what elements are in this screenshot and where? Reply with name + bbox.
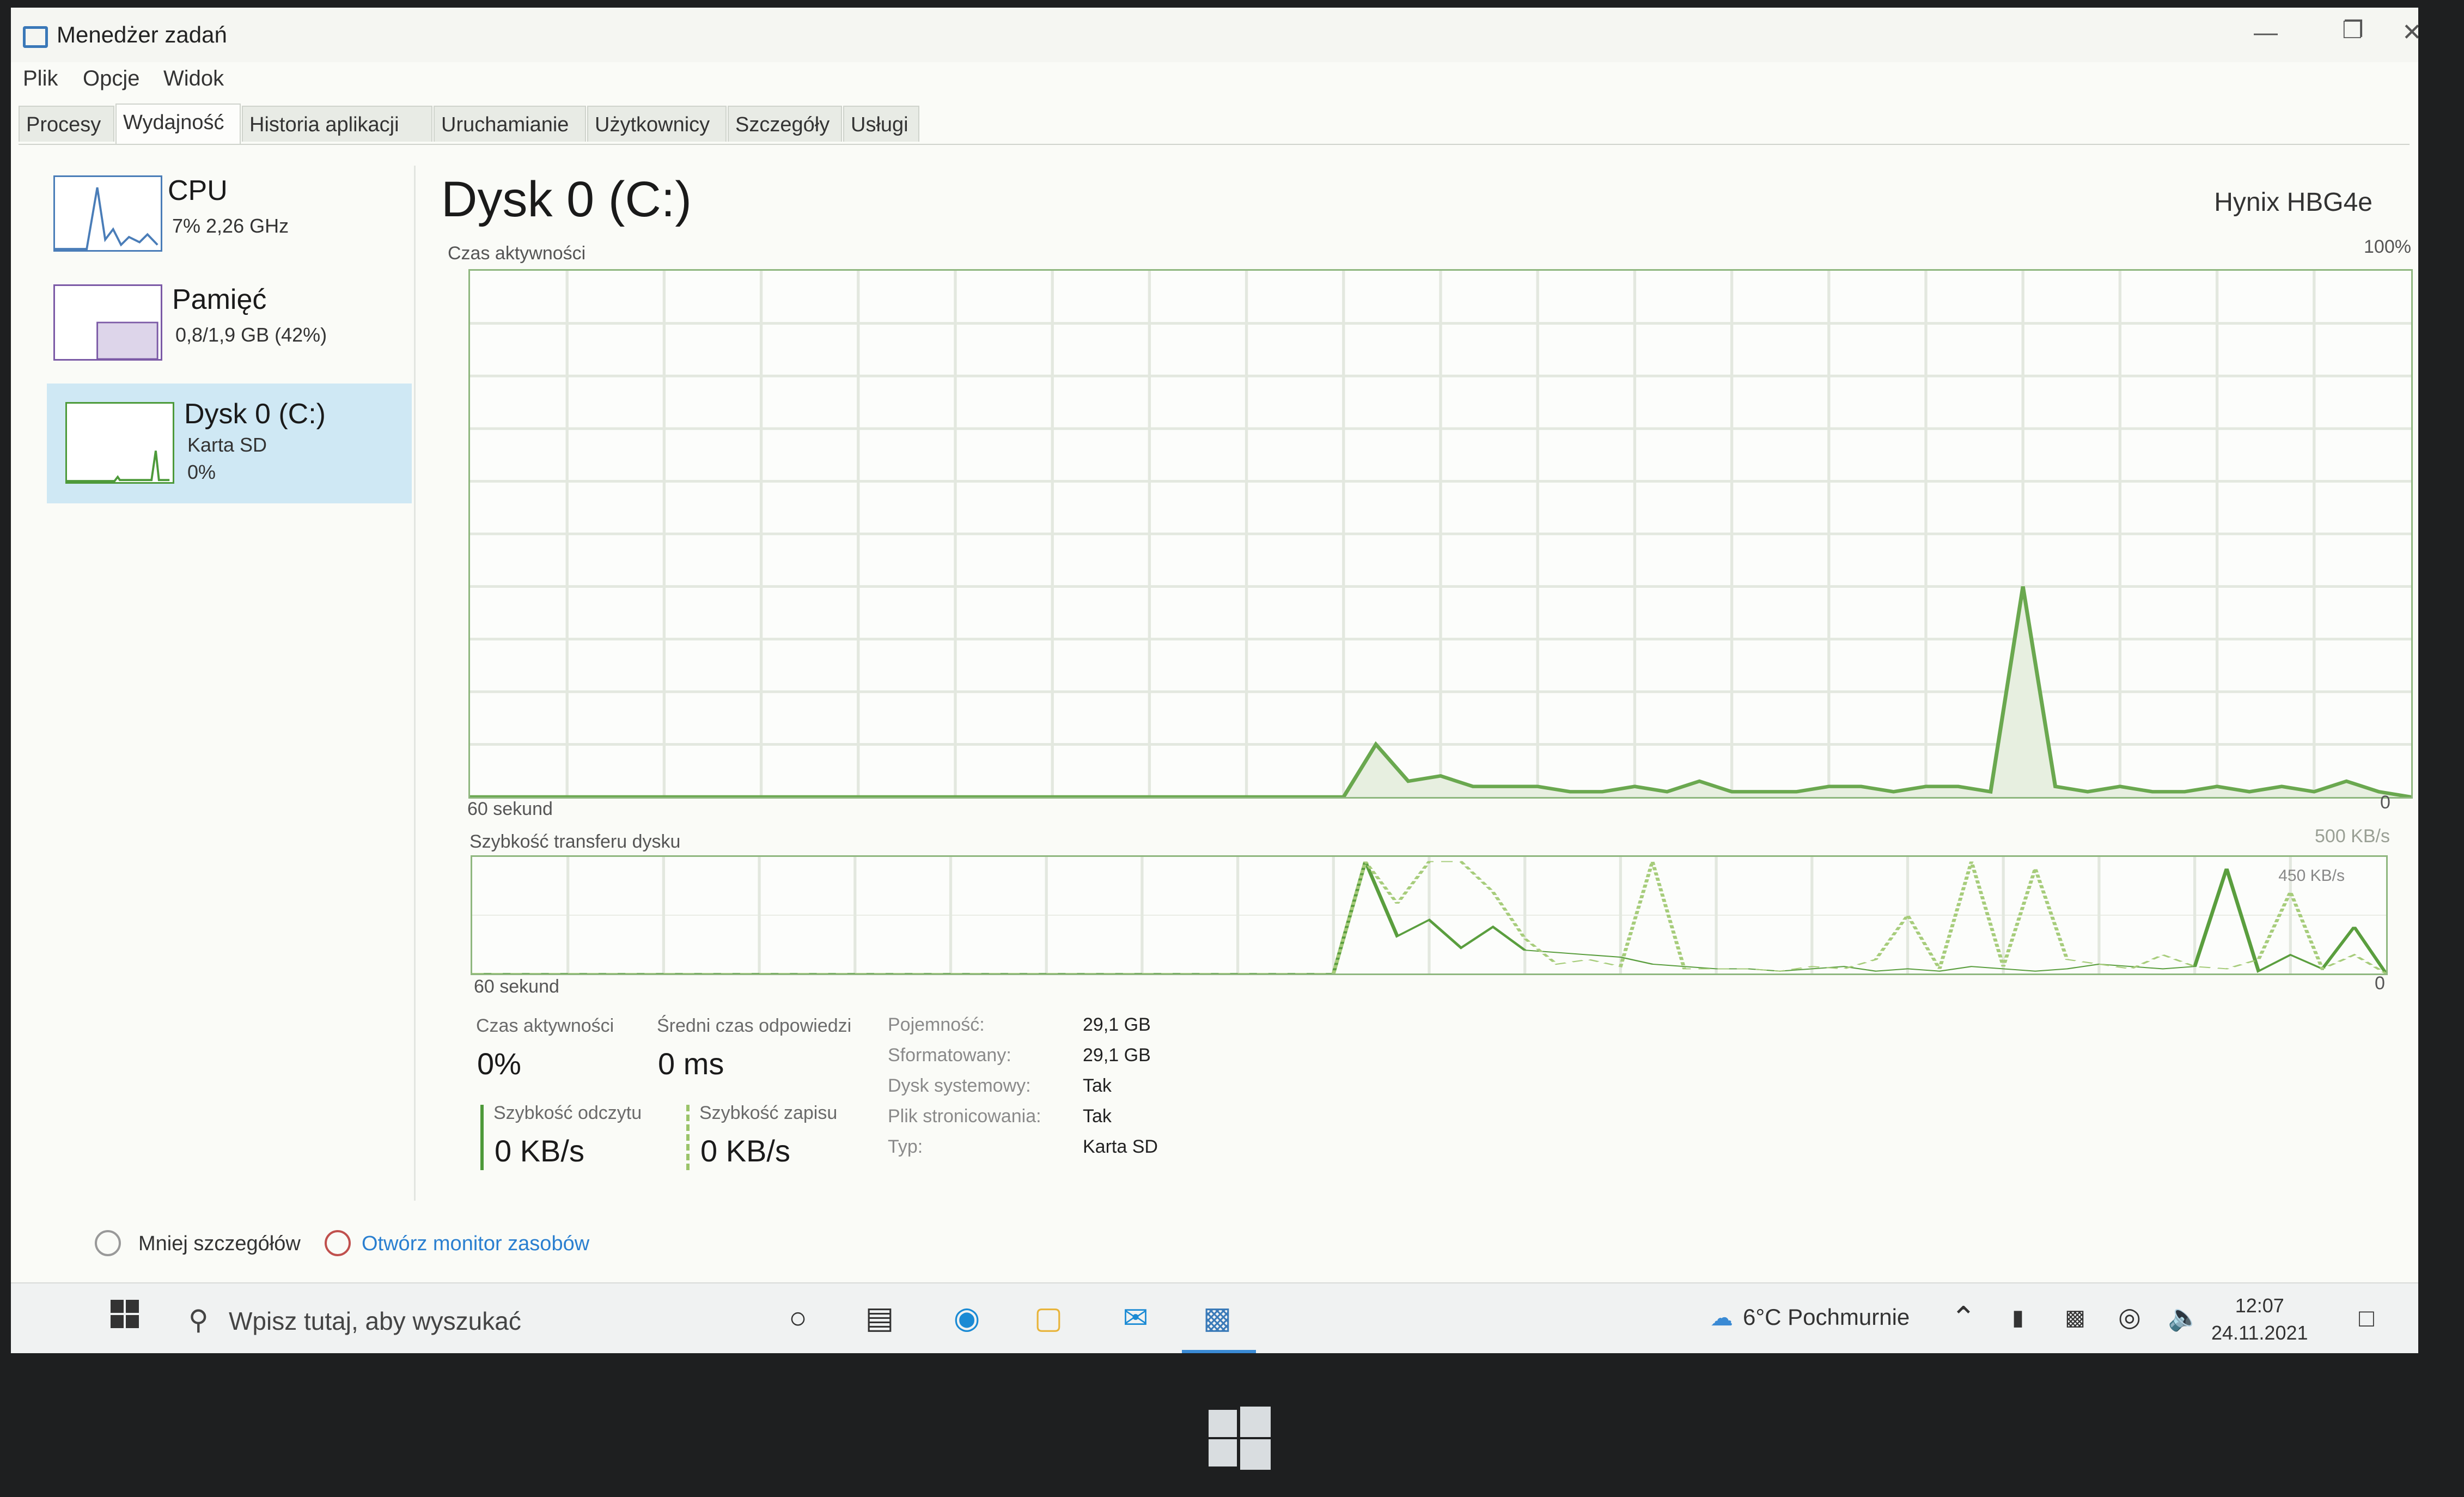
edge-browser-icon[interactable]: ◉ (948, 1299, 986, 1337)
property-label: Sformatowany: (888, 1045, 1011, 1066)
tab-uslugi[interactable]: Usługi (843, 106, 919, 142)
task-manager-icon (23, 26, 48, 48)
weather-icon: ☁ (1710, 1305, 1733, 1330)
notification-center-icon[interactable]: □ (2347, 1299, 2386, 1337)
sidebar-item-detail: Karta SD (187, 434, 267, 456)
cpu-thumbnail (53, 175, 162, 252)
write-speed-label: Szybkość zapisu (699, 1103, 838, 1123)
activity-chart-time-label: 60 sekund (467, 799, 553, 819)
sidebar-item-title: Pamięć (172, 284, 267, 315)
transfer-chart: 450 KB/s (471, 855, 2388, 975)
property-label: Dysk systemowy: (888, 1075, 1031, 1096)
clock-time: 12:07 (2235, 1294, 2284, 1317)
resource-monitor-icon (325, 1230, 351, 1256)
activity-chart-svg (470, 271, 2411, 797)
property-label: Pojemność: (888, 1014, 985, 1035)
transfer-chart-time-label: 60 sekund (474, 976, 559, 997)
clock[interactable]: 12:07 24.11.2021 (2211, 1292, 2308, 1347)
tab-szczegoly[interactable]: Szczegóły (728, 106, 842, 142)
task-manager-taskbar-icon[interactable]: ▩ (1198, 1299, 1236, 1337)
window-title: Menedżer zadań (57, 22, 227, 47)
weather-widget[interactable]: 6°C Pochmurnie (1743, 1304, 1910, 1330)
tab-uruchamianie[interactable]: Uruchamianie (434, 106, 586, 142)
fewer-details-link[interactable]: Mniej szczegółów (138, 1232, 301, 1256)
sidebar-item-detail: 7% 2,26 GHz (172, 215, 289, 237)
read-speed-value: 0 KB/s (495, 1134, 584, 1168)
read-speed-indicator (480, 1105, 484, 1170)
search-box[interactable]: ⚲ Wpisz tutaj, aby wyszukać (174, 1294, 741, 1343)
property-value: 29,1 GB (1083, 1014, 1151, 1035)
memory-thumbnail (53, 284, 162, 361)
sidebar-item-memory[interactable]: Pamięć 0,8/1,9 GB (42%) (47, 275, 412, 384)
tab-uzytkownicy[interactable]: Użytkownicy (587, 106, 727, 142)
property-value: Tak (1083, 1106, 1112, 1127)
tab-procesy[interactable]: Procesy (19, 106, 114, 142)
clock-date: 24.11.2021 (2211, 1322, 2308, 1344)
windows-start-icon[interactable] (106, 1299, 144, 1337)
sidebar-item-disk[interactable]: Dysk 0 (C:) Karta SD 0% (47, 384, 412, 503)
disk-model: Hynix HBG4e (2214, 188, 2372, 217)
cortana-icon[interactable]: ○ (779, 1299, 817, 1337)
notification-bookmark-icon[interactable]: ▮ (2004, 1299, 2032, 1337)
menu-opcje[interactable]: Opcje (83, 66, 140, 91)
page-title: Dysk 0 (C:) (441, 172, 692, 227)
mail-icon[interactable]: ✉ (1117, 1299, 1155, 1337)
activity-chart-label: Czas aktywności (448, 243, 586, 264)
minimize-icon[interactable]: — (2233, 13, 2298, 52)
write-speed-value: 0 KB/s (700, 1134, 790, 1168)
property-value: Karta SD (1083, 1136, 1158, 1157)
response-time-label: Średni czas odpowiedzi (657, 1015, 852, 1036)
sidebar-item-usage: 0% (187, 461, 216, 483)
property-value: 29,1 GB (1083, 1045, 1151, 1066)
close-icon[interactable]: ✕ (2402, 13, 2418, 52)
title-bar: Menedżer zadań — ❐ ✕ (11, 8, 2418, 62)
collapse-chevron-icon[interactable] (95, 1230, 121, 1256)
transfer-chart-line-label: 450 KB/s (2278, 867, 2345, 885)
windows-logo-bezel (1209, 1407, 1271, 1470)
menu-bar: Plik Opcje Widok (11, 62, 2418, 100)
chevron-up-icon[interactable]: ⌃ (1950, 1299, 1977, 1337)
active-time-label: Czas aktywności (476, 1015, 614, 1036)
response-time-value: 0 ms (658, 1046, 724, 1081)
tab-strip: Procesy Wydajność Historia aplikacji Uru… (19, 104, 2410, 145)
battery-icon[interactable]: ▩ (2059, 1299, 2091, 1337)
sidebar-item-cpu[interactable]: CPU 7% 2,26 GHz (47, 166, 412, 275)
taskbar: ⚲ Wpisz tutaj, aby wyszukać ○ ▤ ◉ ▢ ✉ ▩ … (11, 1282, 2418, 1353)
resource-monitor-link[interactable]: Otwórz monitor zasobów (362, 1232, 589, 1256)
sidebar-item-title: Dysk 0 (C:) (184, 398, 326, 430)
property-label: Plik stronicowania: (888, 1106, 1041, 1127)
activity-chart (468, 269, 2413, 799)
performance-sidebar: CPU 7% 2,26 GHz Pamięć 0,8/1,9 GB (42%) … (33, 166, 416, 1201)
search-icon: ⚲ (188, 1305, 209, 1335)
task-view-icon[interactable]: ▤ (861, 1299, 899, 1337)
menu-widok[interactable]: Widok (163, 66, 224, 91)
activity-chart-min: 0 (2380, 792, 2390, 813)
restore-icon[interactable]: ❐ (2320, 11, 2386, 50)
screen: Menedżer zadań — ❐ ✕ Plik Opcje Widok Pr… (11, 8, 2418, 1353)
property-label: Typ: (888, 1136, 923, 1157)
active-time-value: 0% (477, 1046, 521, 1081)
network-globe-icon[interactable]: ◎ (2113, 1299, 2146, 1337)
active-app-indicator (1182, 1350, 1256, 1353)
read-speed-label: Szybkość odczytu (493, 1103, 642, 1123)
search-placeholder: Wpisz tutaj, aby wyszukać (229, 1307, 521, 1335)
write-speed-indicator (686, 1105, 690, 1170)
tab-wydajnosc[interactable]: Wydajność (115, 104, 241, 144)
file-explorer-icon[interactable]: ▢ (1029, 1299, 1068, 1337)
transfer-chart-min: 0 (2375, 973, 2385, 994)
sidebar-item-detail: 0,8/1,9 GB (42%) (175, 324, 327, 346)
transfer-chart-svg (472, 857, 2386, 973)
menu-plik[interactable]: Plik (23, 66, 58, 91)
sidebar-item-title: CPU (168, 175, 228, 206)
property-value: Tak (1083, 1075, 1112, 1096)
disk-thumbnail (65, 402, 174, 484)
transfer-chart-max: 500 KB/s (2315, 826, 2390, 847)
transfer-chart-label: Szybkość transferu dysku (469, 831, 681, 852)
tab-historia-aplikacji[interactable]: Historia aplikacji (242, 106, 432, 142)
volume-icon[interactable]: 🔈 (2168, 1299, 2200, 1337)
activity-chart-max: 100% (2364, 236, 2411, 257)
